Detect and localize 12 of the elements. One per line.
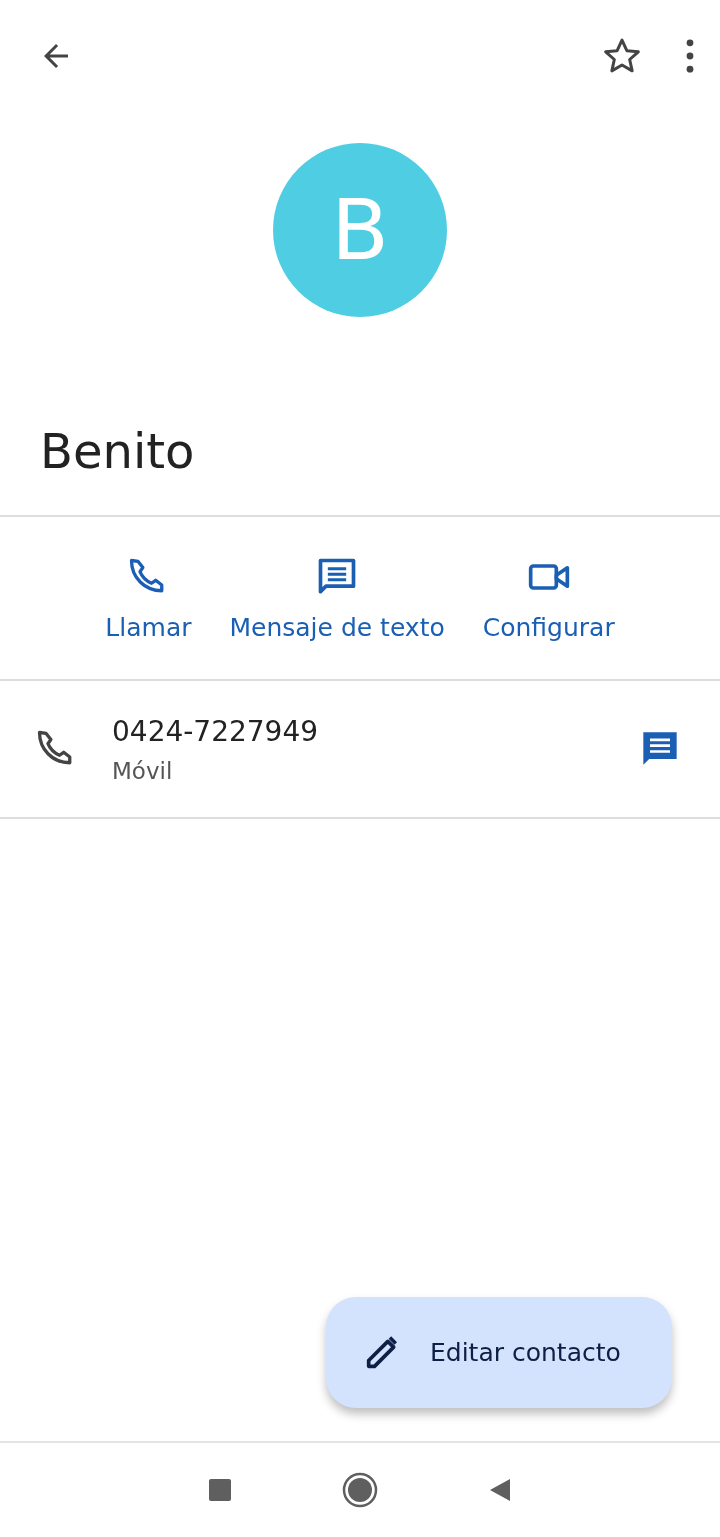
message-action-button[interactable]: Mensaje de texto xyxy=(225,546,449,650)
recents-icon[interactable] xyxy=(208,1478,232,1502)
call-action-button[interactable]: Llamar xyxy=(101,546,196,650)
edit-contact-button[interactable]: Editar contacto xyxy=(326,1297,672,1408)
phone-type-label: Móvil xyxy=(112,757,174,784)
contact-name: Benito xyxy=(39,425,196,481)
contact-avatar: B xyxy=(273,143,447,317)
video-action-button[interactable]: Configurar xyxy=(478,546,619,650)
back-icon[interactable] xyxy=(488,1478,512,1502)
more-options-icon[interactable] xyxy=(686,39,694,73)
home-icon[interactable] xyxy=(342,1472,378,1508)
phone-number[interactable]: 0424-7227949 xyxy=(112,714,640,748)
